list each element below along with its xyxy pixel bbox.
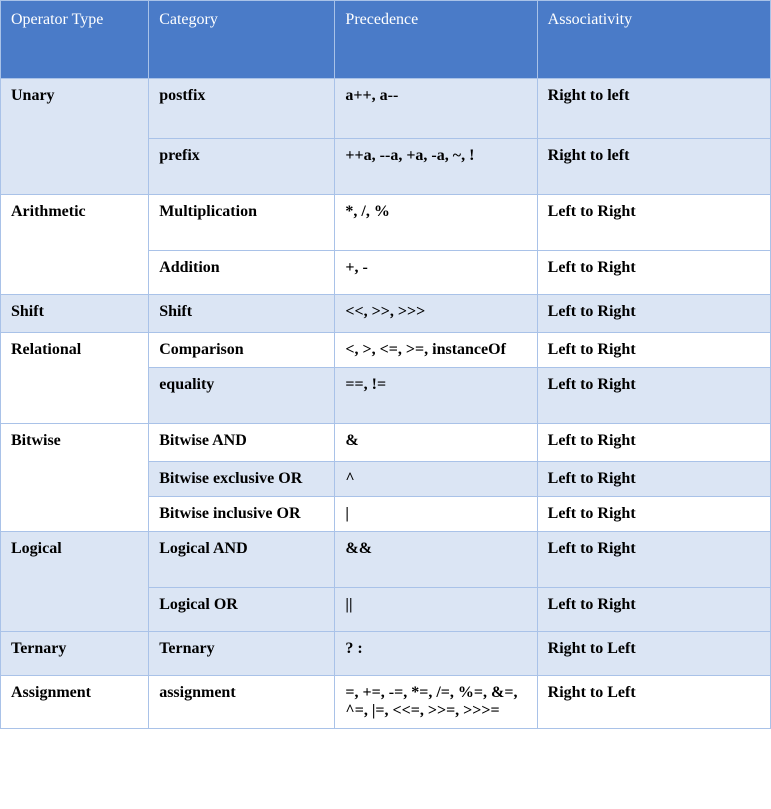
table-header-row: Operator Type Category Precedence Associ… (1, 1, 771, 79)
cell-category: equality (149, 368, 335, 424)
cell-precedence: <<, >>, >>> (335, 295, 537, 333)
cell-precedence: *, /, % (335, 195, 537, 251)
header-precedence: Precedence (335, 1, 537, 79)
cell-operator-type: Unary (1, 79, 149, 195)
cell-associativity: Left to Right (537, 295, 770, 333)
cell-associativity: Left to Right (537, 251, 770, 295)
cell-precedence: & (335, 424, 537, 462)
cell-category: postfix (149, 79, 335, 139)
cell-associativity: Left to Right (537, 368, 770, 424)
cell-category: Bitwise inclusive OR (149, 497, 335, 532)
cell-operator-type: Assignment (1, 676, 149, 729)
table-row: ShiftShift<<, >>, >>>Left to Right (1, 295, 771, 333)
cell-operator-type: Arithmetic (1, 195, 149, 295)
cell-precedence: ==, != (335, 368, 537, 424)
table-row: TernaryTernary? :Right to Left (1, 632, 771, 676)
cell-precedence: a++, a-- (335, 79, 537, 139)
cell-category: Multiplication (149, 195, 335, 251)
cell-operator-type: Ternary (1, 632, 149, 676)
cell-precedence: ++a, --a, +a, -a, ~, ! (335, 139, 537, 195)
table-row: LogicalLogical AND&&Left to Right (1, 532, 771, 588)
table-row: BitwiseBitwise AND&Left to Right (1, 424, 771, 462)
cell-associativity: Left to Right (537, 424, 770, 462)
cell-category: Comparison (149, 333, 335, 368)
cell-associativity: Right to Left (537, 632, 770, 676)
cell-category: Ternary (149, 632, 335, 676)
cell-category: Bitwise AND (149, 424, 335, 462)
cell-category: Bitwise exclusive OR (149, 462, 335, 497)
header-associativity: Associativity (537, 1, 770, 79)
cell-precedence: && (335, 532, 537, 588)
cell-precedence: ? : (335, 632, 537, 676)
cell-associativity: Left to Right (537, 497, 770, 532)
table-body: Unarypostfixa++, a--Right to leftprefix+… (1, 79, 771, 729)
cell-associativity: Right to Left (537, 676, 770, 729)
cell-associativity: Left to Right (537, 333, 770, 368)
cell-operator-type: Relational (1, 333, 149, 424)
cell-associativity: Left to Right (537, 462, 770, 497)
cell-precedence: =, +=, -=, *=, /=, %=, &=, ^=, |=, <<=, … (335, 676, 537, 729)
cell-associativity: Right to left (537, 79, 770, 139)
header-operator-type: Operator Type (1, 1, 149, 79)
cell-operator-type: Bitwise (1, 424, 149, 532)
cell-operator-type: Logical (1, 532, 149, 632)
cell-category: Shift (149, 295, 335, 333)
table-row: ArithmeticMultiplication*, /, %Left to R… (1, 195, 771, 251)
operator-precedence-table: Operator Type Category Precedence Associ… (0, 0, 771, 729)
cell-associativity: Left to Right (537, 195, 770, 251)
table-row: Assignmentassignment=, +=, -=, *=, /=, %… (1, 676, 771, 729)
cell-associativity: Left to Right (537, 532, 770, 588)
cell-category: assignment (149, 676, 335, 729)
table-row: RelationalComparison<, >, <=, >=, instan… (1, 333, 771, 368)
cell-category: Addition (149, 251, 335, 295)
cell-associativity: Right to left (537, 139, 770, 195)
cell-precedence: ^ (335, 462, 537, 497)
table-row: Unarypostfixa++, a--Right to left (1, 79, 771, 139)
cell-category: prefix (149, 139, 335, 195)
cell-associativity: Left to Right (537, 588, 770, 632)
cell-category: Logical OR (149, 588, 335, 632)
header-category: Category (149, 1, 335, 79)
cell-precedence: | (335, 497, 537, 532)
cell-category: Logical AND (149, 532, 335, 588)
cell-precedence: +, - (335, 251, 537, 295)
cell-operator-type: Shift (1, 295, 149, 333)
cell-precedence: <, >, <=, >=, instanceOf (335, 333, 537, 368)
cell-precedence: || (335, 588, 537, 632)
